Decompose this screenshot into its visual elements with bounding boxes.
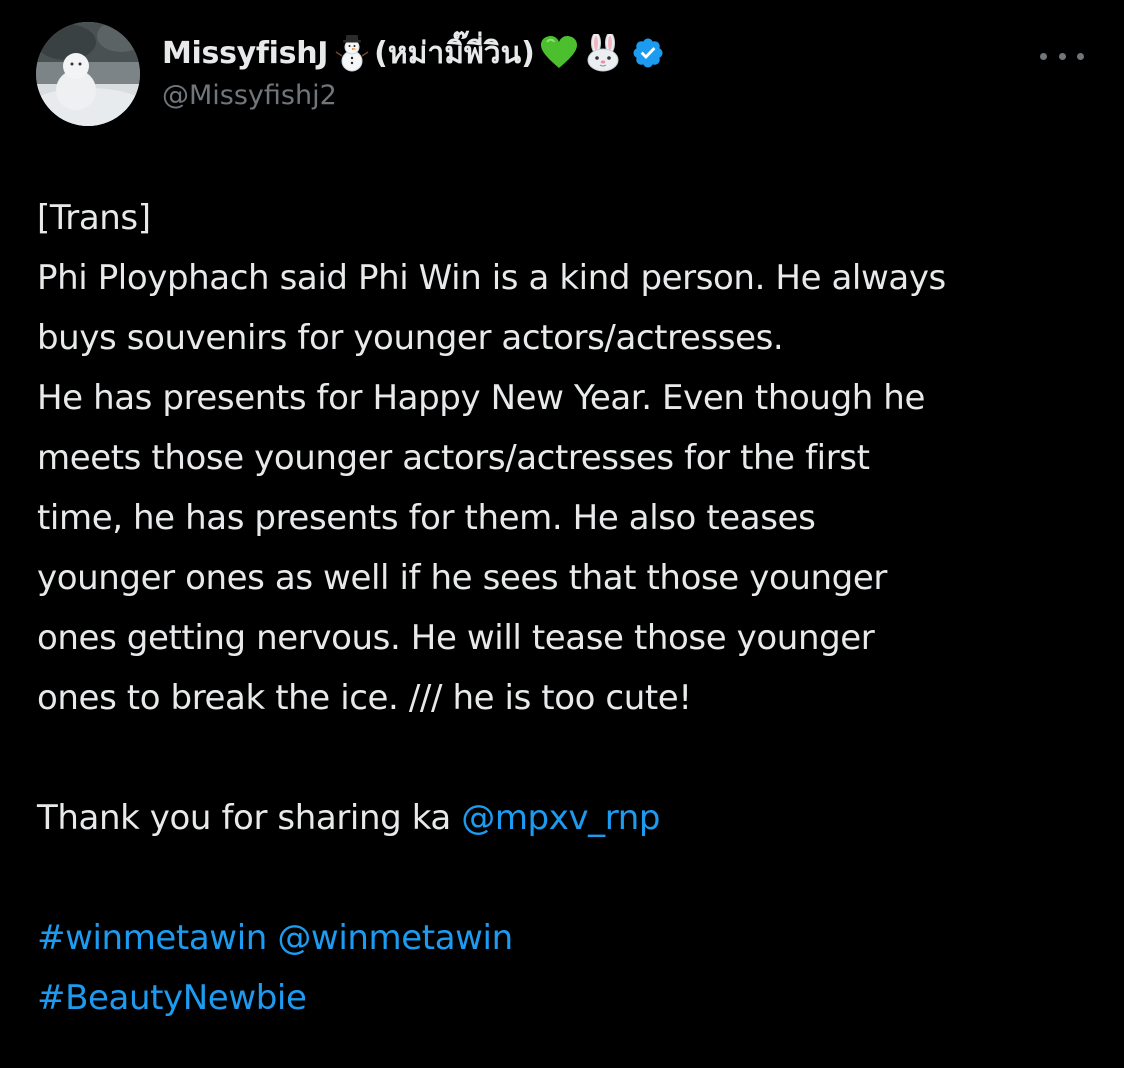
user-handle[interactable]: @Missyfishj2 (162, 80, 665, 111)
name-row: MissyfishJ (หม่ามิ๊พี่วิน) (162, 28, 665, 78)
rabbit-face-icon (583, 33, 623, 73)
more-horizontal-icon (1077, 52, 1084, 60)
hashtag-line: #BeautyNewbie (37, 968, 1097, 1028)
tweet: MissyfishJ (หม่ามิ๊พี่วิน) @Missyfishj2 … (0, 0, 1124, 1068)
tweet-line: Phi Ployphach said Phi Win is a kind per… (37, 258, 946, 298)
hashtag-link-winmetawin[interactable]: #winmetawin (37, 918, 267, 958)
tweet-line: He has presents for Happy New Year. Even… (37, 378, 925, 418)
green-heart-icon (539, 33, 579, 73)
thanks-text: Thank you for sharing ka (37, 798, 462, 838)
tweet-line: younger ones as well if he sees that tho… (37, 558, 887, 598)
tweet-text: [Trans] Phi Ployphach said Phi Win is a … (37, 188, 1097, 1028)
tweet-line: [Trans] (37, 198, 151, 238)
mention-link-winmetawin[interactable]: @winmetawin (277, 918, 513, 958)
mention-link-mpxv-rnp[interactable]: @mpxv_rnp (461, 798, 660, 838)
tweet-line: ones getting nervous. He will tease thos… (37, 618, 875, 658)
hashtag-link-beautynewbie[interactable]: #BeautyNewbie (37, 978, 307, 1018)
more-horizontal-icon (1040, 52, 1047, 60)
tweet-line: time, he has presents for them. He also … (37, 498, 816, 538)
avatar-image (36, 22, 140, 126)
more-options-button[interactable] (1040, 44, 1084, 68)
tweet-line: buys souvenirs for younger actors/actres… (37, 318, 784, 358)
display-name[interactable]: MissyfishJ (162, 36, 328, 71)
display-name-suffix: (หม่ามิ๊พี่วิน) (374, 35, 535, 71)
verified-badge-icon (631, 36, 665, 70)
tweet-line: ones to break the ice. /// he is too cut… (37, 678, 692, 718)
thanks-line: Thank you for sharing ka @mpxv_rnp (37, 788, 1097, 848)
more-horizontal-icon (1058, 52, 1066, 60)
snowman-icon (332, 33, 372, 73)
tweet-line: meets those younger actors/actresses for… (37, 438, 870, 478)
hashtag-line: #winmetawin @winmetawin (37, 908, 1097, 968)
avatar[interactable] (36, 22, 140, 126)
author-block: MissyfishJ (หม่ามิ๊พี่วิน) @Missyfishj2 (162, 28, 665, 111)
